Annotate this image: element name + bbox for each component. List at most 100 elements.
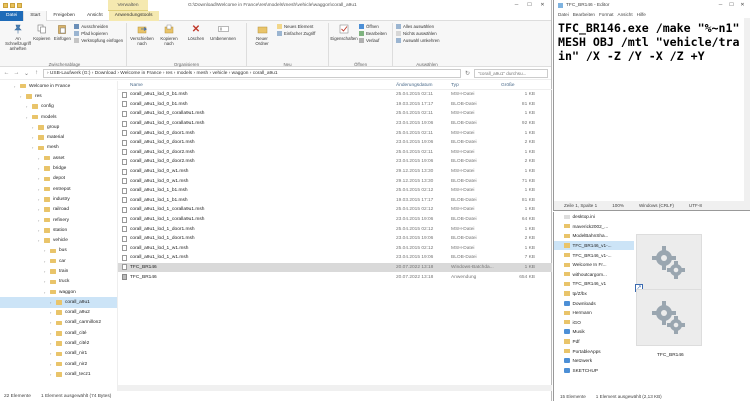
easy-access-button[interactable]: Einfacher Zugriff: [277, 31, 315, 36]
nav-tree-item[interactable]: › corall_a9u2: [0, 308, 117, 318]
file-row[interactable]: corall_a9u1_lod_1_coralla9u1.msh 25.04.20…: [118, 205, 552, 215]
menu-edit[interactable]: Bearbeiten: [573, 12, 595, 17]
nav-tree-item[interactable]: Musik: [554, 327, 634, 337]
expand-chevron-icon[interactable]: ›: [44, 259, 49, 264]
new-folder-icon[interactable]: [17, 3, 22, 8]
nav-tree-item[interactable]: › corall_nir1: [0, 349, 117, 359]
search-input[interactable]: "corall_a9u1" durchsu...: [474, 68, 548, 78]
expand-chevron-icon[interactable]: ›: [50, 351, 55, 356]
nav-tree-item[interactable]: Downloads: [554, 298, 634, 308]
refresh-icon[interactable]: ↻: [464, 70, 471, 77]
open-button[interactable]: Öffnen: [359, 24, 387, 29]
file-row[interactable]: corall_a9u1_lod_0_b1.msh 19.03.2015 17:17…: [118, 100, 552, 110]
nav-tree-item[interactable]: › corall_nir2: [0, 359, 117, 369]
file-row[interactable]: corall_a9u1_lod_0_door1.msh 25.04.2015 02…: [118, 128, 552, 138]
expand-chevron-icon[interactable]: ›: [44, 248, 49, 253]
nav-tree-item[interactable]: › vehicle: [0, 235, 117, 245]
expand-chevron-icon[interactable]: ›: [38, 218, 43, 223]
shortcut-tile[interactable]: [636, 234, 702, 291]
tab-share[interactable]: Freigeben: [47, 11, 81, 21]
context-tab-manage[interactable]: Verwalten: [108, 0, 148, 11]
tab-home[interactable]: Start: [23, 10, 48, 21]
expand-chevron-icon[interactable]: ›: [14, 84, 19, 89]
close-icon[interactable]: ✕: [737, 0, 748, 10]
file-row[interactable]: corall_a9u1_lod_1_door1.msh 23.04.2015 19…: [118, 234, 552, 244]
expand-chevron-icon[interactable]: ›: [32, 125, 37, 130]
expand-chevron-icon[interactable]: ›: [38, 187, 43, 192]
nav-tree-item[interactable]: maverick2002_...: [554, 222, 634, 232]
nav-tree-item[interactable]: › car: [0, 256, 117, 266]
nav-tree-item[interactable]: withoutcargom...: [554, 270, 634, 280]
properties-icon[interactable]: [10, 3, 15, 8]
expand-chevron-icon[interactable]: ›: [32, 145, 37, 150]
minimize-icon[interactable]: ─: [715, 0, 726, 10]
file-row[interactable]: corall_a9u1_lod_1_b1.msh 19.03.2015 17:17…: [118, 196, 552, 206]
file-row[interactable]: corall_a9u1_lod_1_w1.msh 23.04.2015 19:06…: [118, 253, 552, 263]
history-button[interactable]: Verlauf: [359, 38, 387, 43]
nav-tree-item[interactable]: › bridge: [0, 163, 117, 173]
menu-help[interactable]: Hilfe: [637, 12, 646, 17]
expand-chevron-icon[interactable]: ›: [32, 135, 37, 140]
nav-tree-item[interactable]: PortableApps: [554, 346, 634, 356]
select-none-button[interactable]: Nichts auswählen: [396, 31, 440, 36]
nav-tree-item[interactable]: › railroad: [0, 205, 117, 215]
maximize-icon[interactable]: ☐: [726, 0, 737, 10]
nav-tree-item[interactable]: Welcome In Fr...: [554, 260, 634, 270]
expand-chevron-icon[interactable]: ›: [44, 279, 49, 284]
copy-to-button[interactable]: Kopieren nach: [157, 23, 181, 67]
nav-tree-item[interactable]: › mesh: [0, 143, 117, 153]
nav-tree-item[interactable]: TFC_BR146_v1-...: [554, 250, 634, 260]
new-folder-button[interactable]: Neuer Ordner: [250, 23, 274, 67]
column-header-type[interactable]: Typ: [451, 83, 501, 88]
expand-chevron-icon[interactable]: ›: [20, 94, 25, 99]
folder-icon[interactable]: [3, 3, 8, 8]
close-icon[interactable]: ✕: [536, 0, 549, 11]
nav-tree-item[interactable]: › truck: [0, 277, 117, 287]
paste-button[interactable]: Einfügen: [54, 23, 72, 67]
expand-chevron-icon[interactable]: ›: [50, 362, 55, 367]
nav-tree-item[interactable]: › group: [0, 122, 117, 132]
nav-tree-item[interactable]: › bus: [0, 246, 117, 256]
expand-chevron-icon[interactable]: ›: [38, 197, 43, 202]
nav-tree-item[interactable]: › Welcome in France: [0, 81, 117, 91]
nav-tree-item[interactable]: desktop.ini: [554, 212, 634, 222]
expand-chevron-icon[interactable]: ›: [50, 372, 55, 377]
nav-tree-item[interactable]: › corall_cité: [0, 328, 117, 338]
expand-chevron-icon[interactable]: ›: [38, 238, 43, 243]
nav-tree-item[interactable]: tp/Z/bx: [554, 289, 634, 299]
column-header-date[interactable]: Änderungsdatum: [396, 83, 451, 88]
nav-tree-item[interactable]: › corall_a9u1: [0, 297, 117, 308]
tab-application-tools[interactable]: Anwendungstools: [108, 10, 159, 21]
pin-quick-access-button[interactable]: An Schnellzugriff anheften: [5, 23, 31, 67]
select-all-button[interactable]: Alles auswählen: [396, 24, 440, 29]
rename-button[interactable]: Umbenennen: [210, 23, 236, 67]
nav-tree-item[interactable]: › corall_cité2: [0, 338, 117, 348]
expand-chevron-icon[interactable]: ›: [44, 269, 49, 274]
nav-tree-item[interactable]: › material: [0, 132, 117, 142]
expand-chevron-icon[interactable]: ›: [50, 300, 55, 305]
expand-chevron-icon[interactable]: ›: [38, 176, 43, 181]
expand-chevron-icon[interactable]: ›: [38, 207, 43, 212]
nav-tree-item[interactable]: › refinery: [0, 215, 117, 225]
tab-view[interactable]: Ansicht: [81, 11, 109, 21]
file-row[interactable]: corall_a9u1_lod_0_door2.msh 23.04.2015 19…: [118, 157, 552, 167]
move-to-button[interactable]: Verschieben nach: [130, 23, 154, 67]
nav-tree-item[interactable]: TFC_BR146_v1: [554, 279, 634, 289]
file-row[interactable]: TFC_BR146 20.07.2022 13:18 Anwendung 654 KB: [118, 272, 552, 282]
expand-chevron-icon[interactable]: ›: [38, 228, 43, 233]
recent-chevron-icon[interactable]: ⌄: [23, 70, 30, 77]
file-row[interactable]: corall_a9u1_lod_0_door1.msh 23.04.2015 19…: [118, 138, 552, 148]
edit-button[interactable]: Bearbeiten: [359, 31, 387, 36]
menu-view[interactable]: Ansicht: [618, 12, 633, 17]
nav-tree-item[interactable]: › industry: [0, 194, 117, 204]
column-header-name[interactable]: Name: [118, 83, 396, 88]
file-row[interactable]: corall_a9u1_lod_1_door1.msh 25.04.2015 02…: [118, 224, 552, 234]
copy-path-button[interactable]: Pfad kopieren: [74, 31, 123, 36]
nav-tree-item[interactable]: › config: [0, 102, 117, 112]
expand-chevron-icon[interactable]: ›: [50, 310, 55, 315]
nav-tree-item[interactable]: TFC_BR146_v1-...: [554, 240, 634, 251]
nav-tree-item[interactable]: › station: [0, 225, 117, 235]
nav-tree-item[interactable]: Pdf: [554, 337, 634, 347]
file-row[interactable]: corall_a9u1_lod_1_b1.msh 25.04.2015 02:12…: [118, 186, 552, 196]
delete-button[interactable]: ✕ Löschen: [184, 23, 208, 67]
